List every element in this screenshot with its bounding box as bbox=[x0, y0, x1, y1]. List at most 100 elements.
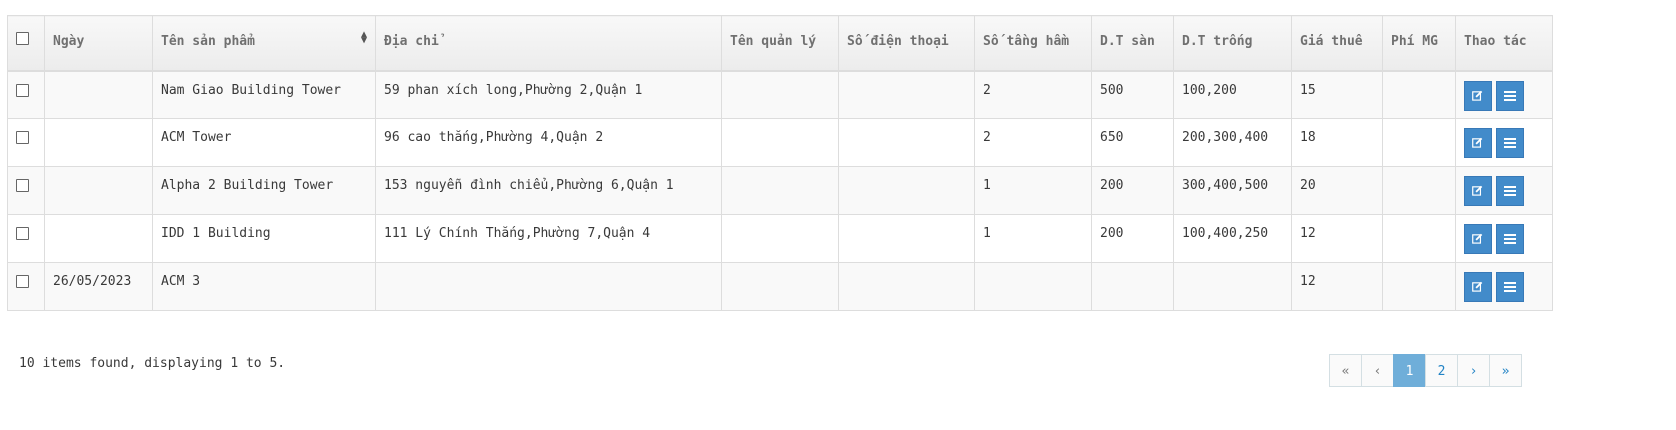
cell-phone bbox=[838, 70, 975, 119]
cell-fee bbox=[1382, 70, 1456, 119]
cell-rent: 18 bbox=[1291, 118, 1383, 167]
prev-page-button[interactable]: ‹ bbox=[1361, 354, 1394, 387]
items-summary: 10 items found, displaying 1 to 5. bbox=[19, 356, 286, 371]
list-icon bbox=[1504, 138, 1516, 150]
edit-icon bbox=[1472, 137, 1483, 148]
edit-button[interactable] bbox=[1464, 272, 1492, 302]
header-date[interactable]: Ngày bbox=[44, 15, 153, 71]
detail-button[interactable] bbox=[1496, 272, 1524, 302]
edit-button[interactable] bbox=[1464, 224, 1492, 254]
row-select-cell bbox=[7, 166, 45, 215]
table-row: Alpha 2 Building Tower 153 nguyễn đình ch… bbox=[7, 166, 1553, 215]
header-address[interactable]: Địa chỉ bbox=[375, 15, 722, 71]
cell-rent: 12 bbox=[1291, 262, 1383, 311]
cell-empty-area: 300,400,500 bbox=[1173, 166, 1292, 215]
cell-fee bbox=[1382, 118, 1456, 167]
page-1-button[interactable]: 1 bbox=[1393, 354, 1426, 387]
cell-fee bbox=[1382, 262, 1456, 311]
header-basements[interactable]: Số tầng hầm bbox=[974, 15, 1092, 71]
row-checkbox[interactable] bbox=[16, 83, 29, 97]
cell-empty-area: 100,200 bbox=[1173, 70, 1292, 119]
cell-product: ACM 3 bbox=[152, 262, 376, 311]
row-select-cell bbox=[7, 214, 45, 263]
table-body: Nam Giao Building Tower 59 phan xích long… bbox=[7, 70, 1553, 311]
list-icon bbox=[1504, 234, 1516, 246]
cell-floor-area: 500 bbox=[1091, 70, 1174, 119]
edit-button[interactable] bbox=[1464, 176, 1492, 206]
table-row: ACM Tower 96 cao thắng,Phường 4,Quận 2 2 65… bbox=[7, 118, 1553, 167]
select-all-checkbox[interactable] bbox=[16, 32, 29, 45]
cell-date bbox=[44, 166, 153, 215]
cell-floor-area bbox=[1091, 262, 1174, 311]
row-checkbox[interactable] bbox=[16, 275, 29, 288]
cell-empty-area bbox=[1173, 262, 1292, 311]
cell-date bbox=[44, 118, 153, 167]
cell-empty-area: 100,400,250 bbox=[1173, 214, 1292, 263]
cell-address: 153 nguyễn đình chiểu,Phường 6,Quận 1 bbox=[375, 166, 722, 215]
table-header-row: Ngày Tên sản phẩm ▲ ▼ Địa chỉ Tên quản lý… bbox=[7, 15, 1553, 71]
cell-product: ACM Tower bbox=[152, 118, 376, 167]
cell-rent: 15 bbox=[1291, 70, 1383, 119]
list-icon bbox=[1504, 90, 1516, 103]
cell-rent: 12 bbox=[1291, 214, 1383, 263]
cell-phone bbox=[838, 166, 975, 215]
row-actions bbox=[1455, 70, 1553, 119]
cell-basements: 2 bbox=[974, 118, 1092, 167]
cell-basements: 2 bbox=[974, 70, 1092, 119]
detail-button[interactable] bbox=[1496, 224, 1524, 254]
row-checkbox[interactable] bbox=[16, 131, 29, 144]
cell-manager bbox=[721, 262, 839, 311]
cell-floor-area: 200 bbox=[1091, 214, 1174, 263]
edit-button[interactable] bbox=[1464, 128, 1492, 158]
row-checkbox[interactable] bbox=[16, 179, 29, 192]
header-product[interactable]: Tên sản phẩm ▲ ▼ bbox=[152, 15, 376, 71]
table-row: Nam Giao Building Tower 59 phan xích long… bbox=[7, 70, 1553, 119]
cell-manager bbox=[721, 214, 839, 263]
row-select-cell bbox=[7, 118, 45, 167]
cell-date: 26/05/2023 bbox=[44, 262, 153, 311]
edit-icon bbox=[1472, 185, 1483, 196]
row-actions bbox=[1455, 262, 1553, 311]
next-page-button[interactable]: › bbox=[1457, 354, 1490, 387]
cell-fee bbox=[1382, 166, 1456, 215]
select-all-cell bbox=[7, 15, 45, 71]
edit-icon bbox=[1472, 281, 1483, 292]
pagination: « ‹ 1 2 › » bbox=[1329, 354, 1522, 387]
header-fee[interactable]: Phí MG bbox=[1382, 15, 1456, 71]
header-product-label: Tên sản phẩm bbox=[161, 34, 255, 49]
detail-button[interactable] bbox=[1496, 176, 1524, 206]
cell-product: IDD 1 Building bbox=[152, 214, 376, 263]
cell-basements: 1 bbox=[974, 166, 1092, 215]
list-icon bbox=[1504, 282, 1516, 294]
cell-basements bbox=[974, 262, 1092, 311]
header-actions: Thao tác bbox=[1455, 15, 1553, 71]
header-phone[interactable]: Số điện thoại bbox=[838, 15, 975, 71]
building-table: Ngày Tên sản phẩm ▲ ▼ Địa chỉ Tên quản lý… bbox=[7, 15, 1553, 311]
edit-button[interactable] bbox=[1464, 80, 1492, 111]
header-empty-area[interactable]: D.T trống bbox=[1173, 15, 1292, 71]
cell-manager bbox=[721, 70, 839, 119]
header-manager[interactable]: Tên quản lý bbox=[721, 15, 839, 71]
header-floor-area[interactable]: D.T sàn bbox=[1091, 15, 1174, 71]
cell-phone bbox=[838, 214, 975, 263]
table-row: IDD 1 Building 111 Lý Chính Thắng,Phường … bbox=[7, 214, 1553, 263]
last-page-button[interactable]: » bbox=[1489, 354, 1522, 387]
first-page-button[interactable]: « bbox=[1329, 354, 1362, 387]
cell-product: Nam Giao Building Tower bbox=[152, 70, 376, 119]
cell-date bbox=[44, 214, 153, 263]
list-icon bbox=[1504, 186, 1516, 198]
detail-button[interactable] bbox=[1496, 80, 1524, 111]
edit-icon bbox=[1472, 233, 1483, 244]
cell-product: Alpha 2 Building Tower bbox=[152, 166, 376, 215]
header-rent[interactable]: Giá thuê bbox=[1291, 15, 1383, 71]
row-checkbox[interactable] bbox=[16, 227, 29, 240]
cell-phone bbox=[838, 262, 975, 311]
page-2-button[interactable]: 2 bbox=[1425, 354, 1458, 387]
cell-address: 111 Lý Chính Thắng,Phường 7,Quận 4 bbox=[375, 214, 722, 263]
row-actions bbox=[1455, 214, 1553, 263]
detail-button[interactable] bbox=[1496, 128, 1524, 158]
sort-icon[interactable]: ▲ ▼ bbox=[361, 30, 367, 46]
row-actions bbox=[1455, 166, 1553, 215]
row-actions bbox=[1455, 118, 1553, 167]
cell-empty-area: 200,300,400 bbox=[1173, 118, 1292, 167]
